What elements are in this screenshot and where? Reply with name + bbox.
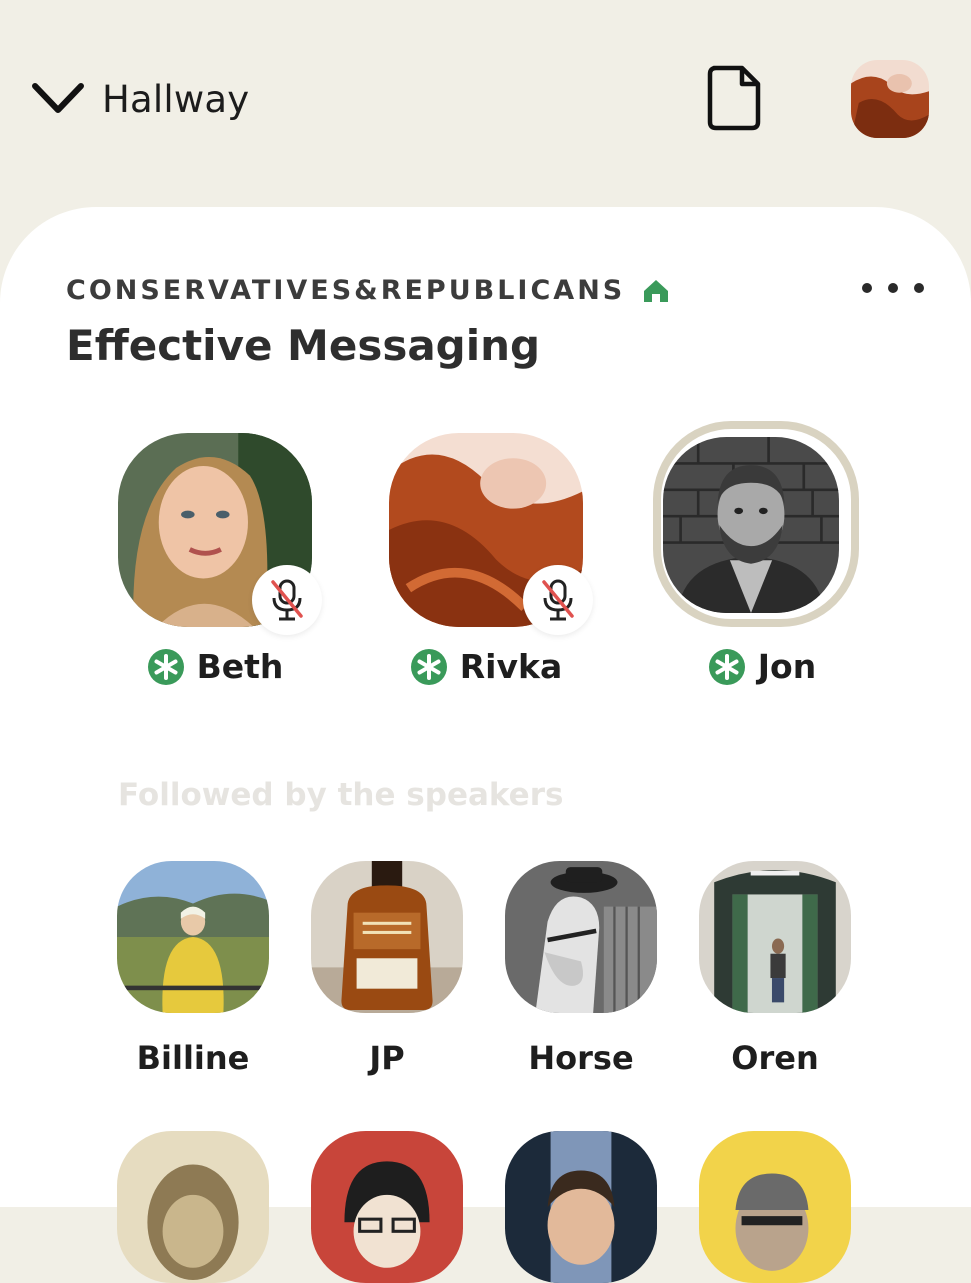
avatar[interactable]: [699, 1131, 851, 1283]
moderator-badge-icon: [147, 648, 185, 686]
document-icon[interactable]: [704, 64, 764, 132]
speaker-rivka[interactable]: Rivka: [371, 433, 601, 703]
listener-name: Oren: [731, 1039, 819, 1077]
speaker-name: Rivka: [459, 647, 563, 686]
more-options-button[interactable]: [862, 273, 924, 303]
moderator-badge-icon: [708, 648, 746, 686]
house-icon: [643, 279, 669, 303]
chevron-down-icon: [30, 81, 86, 117]
more-dots-icon: [862, 283, 872, 293]
speaker-beth[interactable]: Beth: [100, 433, 330, 703]
followed-section-label: Followed by the speakers: [118, 777, 564, 813]
muted-mic-icon: [523, 565, 593, 635]
listener-name: Horse: [528, 1039, 634, 1077]
avatar[interactable]: [663, 437, 839, 613]
listener-partial-3[interactable]: [484, 1131, 678, 1283]
listener-billine[interactable]: Billine: [96, 861, 290, 1077]
muted-mic-icon: [252, 565, 322, 635]
listener-oren[interactable]: Oren: [678, 861, 872, 1077]
room-card: CONSERVATIVES&REPUBLICANS Effective Mess…: [0, 207, 971, 1283]
hallway-label: Hallway: [102, 77, 250, 121]
listener-horse[interactable]: Horse: [484, 861, 678, 1077]
listener-partial-4[interactable]: [678, 1131, 872, 1283]
avatar[interactable]: [311, 1131, 463, 1283]
moderator-badge-icon: [410, 648, 448, 686]
avatar[interactable]: [117, 861, 269, 1013]
listener-name: JP: [369, 1039, 405, 1077]
avatar[interactable]: [699, 861, 851, 1013]
top-bar: Hallway: [0, 0, 971, 205]
avatar[interactable]: [311, 861, 463, 1013]
listener-partial-2[interactable]: [290, 1131, 484, 1283]
club-header[interactable]: CONSERVATIVES&REPUBLICANS: [66, 275, 669, 306]
avatar[interactable]: [505, 1131, 657, 1283]
listener-name: Billine: [136, 1039, 250, 1077]
listener-jp[interactable]: JP: [290, 861, 484, 1077]
avatar[interactable]: [505, 861, 657, 1013]
avatar[interactable]: [117, 1131, 269, 1283]
listener-partial-1[interactable]: [96, 1131, 290, 1283]
speaker-name: Beth: [196, 647, 284, 686]
profile-avatar[interactable]: [851, 60, 929, 138]
speaker-name: Jon: [757, 647, 817, 686]
hallway-button[interactable]: Hallway: [30, 68, 249, 130]
room-title: Effective Messaging: [66, 321, 541, 370]
club-name: CONSERVATIVES&REPUBLICANS: [66, 275, 626, 306]
speaker-jon[interactable]: Jon: [647, 421, 877, 703]
